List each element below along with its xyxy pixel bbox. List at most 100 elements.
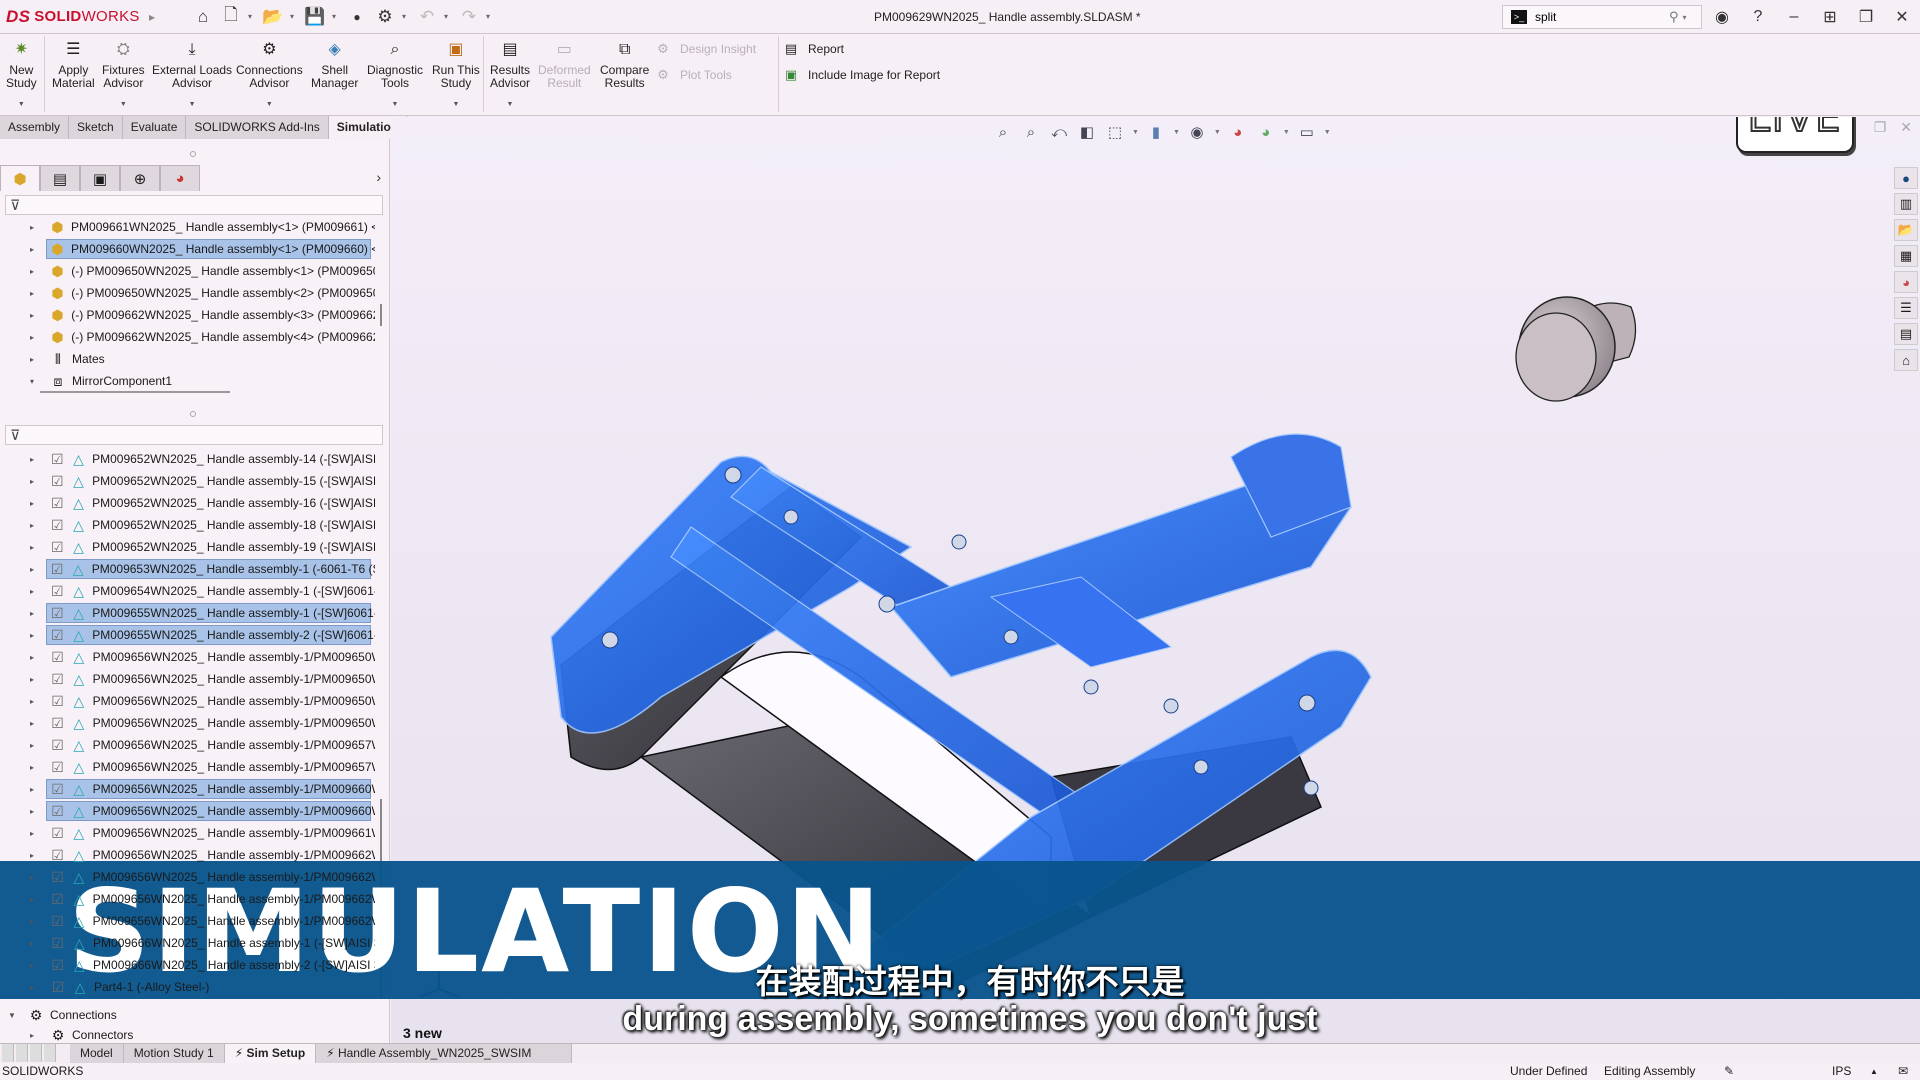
expand-arrow-icon[interactable]: ▸ <box>30 807 40 816</box>
tree-item[interactable]: ▸ ☑ △ PM009655WN2025_ Handle assembly-2 (-[… <box>0 624 375 646</box>
dropdown-arrow-icon[interactable]: ▼ <box>507 98 514 111</box>
close-icon[interactable]: ✕ <box>1884 7 1920 27</box>
tab-handle-assembly-swsim[interactable]: ⚡ Handle Assembly_WN2025_SWSIM <box>316 1044 573 1064</box>
tree-item[interactable]: ▸ ⬢ PM009660WN2025_ Handle assembly<1> (PM… <box>0 238 375 260</box>
expand-arrow-icon[interactable]: ▸ <box>30 609 40 618</box>
expand-arrow-icon[interactable]: ▸ <box>30 829 40 838</box>
expand-arrow-icon[interactable]: ▸ <box>30 961 40 970</box>
new-document-icon[interactable]: 🗋 <box>220 5 242 28</box>
rebuild-traffic-light-icon[interactable]: ● <box>346 6 368 28</box>
redo-icon[interactable]: ↷ <box>458 6 480 28</box>
external-loads-advisor-button[interactable]: ⤓ External Loads Advisor ▼ <box>152 38 232 111</box>
compare-results-button[interactable]: ⧉ Compare Results <box>600 38 649 90</box>
quick-tips-icon[interactable]: ✉ <box>1898 1063 1908 1080</box>
sim-tree-filter[interactable]: ⊽ <box>5 425 383 445</box>
expand-arrow-icon[interactable]: ▸ <box>30 223 40 232</box>
expand-arrow-icon[interactable]: ▸ <box>30 455 40 464</box>
status-units[interactable]: IPS <box>1832 1063 1851 1080</box>
displaymanager-icon[interactable]: ◕ <box>160 165 200 191</box>
first-tab-icon[interactable] <box>2 1044 14 1062</box>
tree-item[interactable]: ▸ ☑ △ PM009656WN2025_ Handle assembly-1/PM0… <box>0 690 375 712</box>
undo-dropdown-icon[interactable]: ▾ <box>444 12 452 21</box>
undo-icon[interactable]: ↶ <box>416 6 438 28</box>
include-image-for-report-button[interactable]: ▣ Include Image for Report <box>782 66 940 84</box>
run-this-study-button[interactable]: ▣ Run This Study ▼ <box>432 38 480 111</box>
search-icon[interactable]: ⚲ <box>1669 9 1679 25</box>
new-dropdown-icon[interactable]: ▾ <box>248 12 256 21</box>
expand-arrow-icon[interactable]: ▸ <box>30 543 40 552</box>
tree-item[interactable]: ▸ ☑ △ PM009652WN2025_ Handle assembly-14 (-… <box>0 448 375 470</box>
expand-arrow-icon[interactable]: ▸ <box>30 289 40 298</box>
chevron-right-icon[interactable]: › <box>376 169 381 185</box>
panel-split-handle[interactable] <box>190 151 196 157</box>
tree-item[interactable]: ▸ ☑ △ PM009656WN2025_ Handle assembly-1/PM0… <box>0 822 375 844</box>
expand-arrow-icon[interactable]: ▸ <box>30 653 40 662</box>
expand-arrow-icon[interactable]: ▸ <box>30 565 40 574</box>
minimize-icon[interactable]: – <box>1776 8 1812 26</box>
tree-item[interactable]: ▸ ☑ △ PM009655WN2025_ Handle assembly-1 (-[… <box>0 602 375 624</box>
dropdown-arrow-icon[interactable]: ▼ <box>452 98 459 111</box>
search-dropdown-icon[interactable]: ▾ <box>1683 13 1687 22</box>
fixtures-advisor-button[interactable]: ⛭ Fixtures Advisor ▼ <box>102 38 145 111</box>
knob-part[interactable] <box>1515 296 1637 402</box>
expand-arrow-icon[interactable]: ▸ <box>30 983 40 992</box>
dropdown-arrow-icon[interactable]: ▼ <box>120 98 127 111</box>
tab-solidworks-add-ins[interactable]: SOLIDWORKS Add-Ins <box>186 116 329 139</box>
expand-arrow-icon[interactable]: ▸ <box>30 895 40 904</box>
tree-item[interactable]: ▸ ☑ △ PM009652WN2025_ Handle assembly-18 (-… <box>0 514 375 536</box>
tree-item[interactable]: ▸ ⬢ (-) PM009650WN2025_ Handle assembly<1>… <box>0 260 375 282</box>
options-dropdown-icon[interactable]: ▾ <box>402 12 410 21</box>
deformed-result-button[interactable]: ▭ Deformed Result <box>538 38 591 90</box>
expand-arrow-icon[interactable]: ▾ <box>30 377 40 386</box>
design-insight-button[interactable]: ⚙ Design Insight <box>654 40 756 58</box>
expand-arrow-icon[interactable]: ▸ <box>30 675 40 684</box>
open-folder-icon[interactable]: 📂 <box>262 6 284 28</box>
tree-item[interactable]: ▸ ⬢ (-) PM009662WN2025_ Handle assembly<4>… <box>0 326 375 348</box>
diagnostic-tools-button[interactable]: ⌕ Diagnostic Tools ▼ <box>367 38 423 111</box>
propertymanager-icon[interactable]: ▤ <box>40 165 80 191</box>
next-tab-icon[interactable] <box>30 1044 42 1062</box>
tree-item[interactable]: ▸ ☑ △ PM009652WN2025_ Handle assembly-16 (-… <box>0 492 375 514</box>
expand-arrow-icon[interactable]: ▸ <box>30 939 40 948</box>
expand-arrow-icon[interactable]: ▸ <box>30 333 40 342</box>
tree-item[interactable]: ▾ ⧈ MirrorComponent1 <box>0 370 375 389</box>
redo-dropdown-icon[interactable]: ▾ <box>486 12 494 21</box>
apply-material-button[interactable]: ☰ Apply Material <box>52 38 95 90</box>
expand-arrow-icon[interactable]: ▸ <box>30 785 40 794</box>
tree-item[interactable]: ▸ ☑ △ PM009656WN2025_ Handle assembly-1/PM0… <box>0 734 375 756</box>
dropdown-arrow-icon[interactable]: ▼ <box>189 98 196 111</box>
expand-arrow-icon[interactable]: ▸ <box>30 1031 40 1040</box>
restore-icon[interactable]: ❐ <box>1848 7 1884 27</box>
open-dropdown-icon[interactable]: ▾ <box>290 12 298 21</box>
collapse-arrow-icon[interactable]: ▼ <box>8 1011 18 1020</box>
tab-model[interactable]: Model <box>70 1044 124 1064</box>
expand-arrow-icon[interactable]: ▸ <box>30 719 40 728</box>
home-icon[interactable]: ⌂ <box>192 6 214 28</box>
tree-item[interactable]: ▸ ☑ △ PM009653WN2025_ Handle assembly-1 (-6… <box>0 558 375 580</box>
tab-sim-setup[interactable]: ⚡ Sim Setup <box>224 1044 317 1064</box>
dimxpertmanager-icon[interactable]: ⊕ <box>120 165 160 191</box>
solidworks-logo[interactable]: DS SOLID WORKS <box>0 7 142 27</box>
tab-evaluate[interactable]: Evaluate <box>122 116 187 139</box>
tab-motion-study-1[interactable]: Motion Study 1 <box>123 1044 225 1064</box>
shell-manager-button[interactable]: ◈ Shell Manager <box>311 38 358 90</box>
dropdown-arrow-icon[interactable]: ▼ <box>266 98 273 111</box>
tree-item[interactable]: ▸ ⬢ (-) PM009662WN2025_ Handle assembly<3>… <box>0 304 375 326</box>
tree-item[interactable]: ▸ ☑ △ PM009654WN2025_ Handle assembly-1 (-[… <box>0 580 375 602</box>
save-icon[interactable]: 💾 <box>304 6 326 28</box>
save-dropdown-icon[interactable]: ▾ <box>332 12 340 21</box>
panel-split-handle[interactable] <box>190 411 196 417</box>
dropdown-arrow-icon[interactable]: ▼ <box>18 98 25 111</box>
expand-arrow-icon[interactable]: ▸ <box>30 267 40 276</box>
report-button[interactable]: ▤ Report <box>782 40 844 58</box>
expand-arrow-icon[interactable]: ▸ <box>30 917 40 926</box>
plot-tools-button[interactable]: ⚙ Plot Tools ▼ <box>654 66 797 84</box>
tree-item[interactable]: ▸ ☑ △ PM009656WN2025_ Handle assembly-1/PM0… <box>0 668 375 690</box>
tab-scroll-buttons[interactable] <box>0 1044 70 1064</box>
results-advisor-button[interactable]: ▤ Results Advisor ▼ <box>490 38 530 111</box>
connections-advisor-button[interactable]: ⚙ Connections Advisor ▼ <box>236 38 303 111</box>
expand-arrow-icon[interactable]: ▸ <box>30 873 40 882</box>
tree-filter[interactable]: ⊽ <box>5 195 383 215</box>
expand-arrow-icon[interactable]: ▸ <box>30 741 40 750</box>
menu-expand-arrow-icon[interactable]: ▸ <box>142 10 162 24</box>
